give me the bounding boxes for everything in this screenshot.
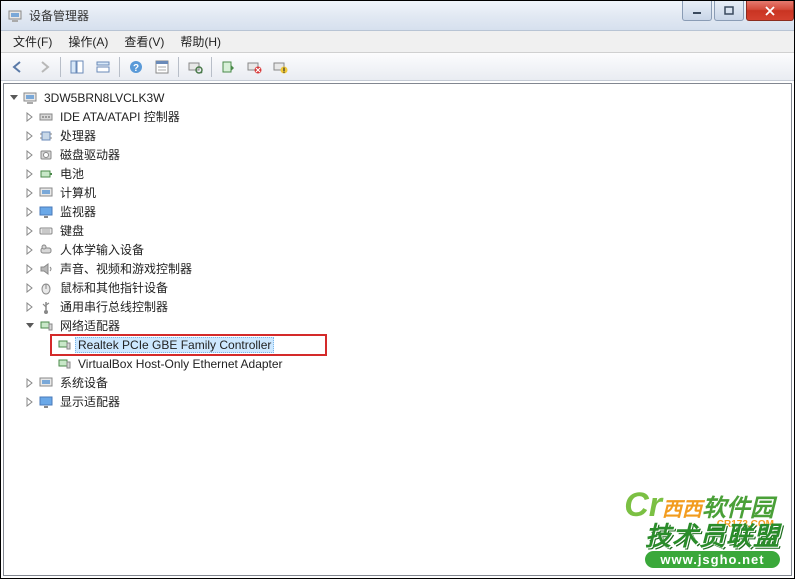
- usb-icon: [38, 299, 54, 315]
- audio-icon: [38, 261, 54, 277]
- app-icon: [7, 8, 23, 24]
- tree-item[interactable]: 声音、视频和游戏控制器: [6, 259, 789, 278]
- window-title: 设备管理器: [29, 7, 89, 24]
- properties-button[interactable]: [150, 56, 174, 78]
- computer-icon: [38, 185, 54, 201]
- toolbar-separator: [119, 57, 120, 77]
- back-button[interactable]: [6, 56, 30, 78]
- expand-icon[interactable]: [22, 147, 38, 163]
- tree-item[interactable]: 电池: [6, 164, 789, 183]
- cpu-icon: [38, 128, 54, 144]
- expand-icon[interactable]: [22, 280, 38, 296]
- menu-action[interactable]: 操作(A): [60, 31, 116, 52]
- toolbar: ?: [1, 53, 794, 81]
- tree-item[interactable]: 人体学输入设备: [6, 240, 789, 259]
- disable-button[interactable]: [268, 56, 292, 78]
- ide-icon: [38, 109, 54, 125]
- collapse-icon[interactable]: [6, 90, 22, 106]
- menu-help[interactable]: 帮助(H): [172, 31, 229, 52]
- expand-icon[interactable]: [22, 261, 38, 277]
- monitor-icon: [38, 204, 54, 220]
- tree-item[interactable]: 处理器: [6, 126, 789, 145]
- network-icon: [38, 318, 54, 334]
- maximize-button[interactable]: [714, 1, 744, 21]
- hid-icon: [38, 242, 54, 258]
- close-button[interactable]: [746, 1, 794, 21]
- tree-item[interactable]: 通用串行总线控制器: [6, 297, 789, 316]
- expand-icon[interactable]: [22, 375, 38, 391]
- tree-item[interactable]: 显示适配器: [6, 392, 789, 411]
- forward-button[interactable]: [32, 56, 56, 78]
- tree-leaf-realtek[interactable]: Realtek PCIe GBE Family Controller: [6, 335, 789, 354]
- tree-item[interactable]: IDE ATA/ATAPI 控制器: [6, 107, 789, 126]
- selected-device-label: Realtek PCIe GBE Family Controller: [75, 337, 274, 353]
- expand-icon[interactable]: [22, 185, 38, 201]
- toolbar-separator: [60, 57, 61, 77]
- tree-item-network[interactable]: 网络适配器: [6, 316, 789, 335]
- network-adapter-icon: [56, 337, 72, 353]
- expand-icon[interactable]: [22, 204, 38, 220]
- tree-item[interactable]: 键盘: [6, 221, 789, 240]
- window-controls: [682, 1, 794, 21]
- expand-icon[interactable]: [22, 242, 38, 258]
- update-driver-button[interactable]: [216, 56, 240, 78]
- menu-view[interactable]: 查看(V): [116, 31, 172, 52]
- network-adapter-icon: [56, 356, 72, 372]
- battery-icon: [38, 166, 54, 182]
- svg-text:?: ?: [133, 63, 139, 74]
- menu-file[interactable]: 文件(F): [5, 31, 60, 52]
- root-label: 3DW5BRN8LVCLK3W: [41, 90, 167, 106]
- disk-icon: [38, 147, 54, 163]
- collapse-icon[interactable]: [22, 318, 38, 334]
- expand-icon[interactable]: [22, 166, 38, 182]
- titlebar: 设备管理器: [1, 1, 794, 31]
- tree-item[interactable]: 系统设备: [6, 373, 789, 392]
- toolbar-separator: [178, 57, 179, 77]
- menubar: 文件(F) 操作(A) 查看(V) 帮助(H): [1, 31, 794, 53]
- computer-icon: [22, 90, 38, 106]
- expand-icon[interactable]: [22, 109, 38, 125]
- system-icon: [38, 375, 54, 391]
- expand-icon[interactable]: [22, 223, 38, 239]
- tree-item[interactable]: 监视器: [6, 202, 789, 221]
- minimize-button[interactable]: [682, 1, 712, 21]
- toolbar-separator: [211, 57, 212, 77]
- expand-icon[interactable]: [22, 128, 38, 144]
- tree-leaf-virtualbox[interactable]: VirtualBox Host-Only Ethernet Adapter: [6, 354, 789, 373]
- tree-item[interactable]: 磁盘驱动器: [6, 145, 789, 164]
- view-button[interactable]: [91, 56, 115, 78]
- keyboard-icon: [38, 223, 54, 239]
- expand-icon[interactable]: [22, 299, 38, 315]
- show-hide-tree-button[interactable]: [65, 56, 89, 78]
- display-icon: [38, 394, 54, 410]
- tree-item[interactable]: 计算机: [6, 183, 789, 202]
- watermark-logo-2: 技术员联盟 www.jsgho.net: [645, 516, 780, 568]
- mouse-icon: [38, 280, 54, 296]
- tree-item[interactable]: 鼠标和其他指针设备: [6, 278, 789, 297]
- help-button[interactable]: ?: [124, 56, 148, 78]
- expand-icon[interactable]: [22, 394, 38, 410]
- uninstall-button[interactable]: [242, 56, 266, 78]
- tree-root[interactable]: 3DW5BRN8LVCLK3W: [6, 88, 789, 107]
- scan-hardware-button[interactable]: [183, 56, 207, 78]
